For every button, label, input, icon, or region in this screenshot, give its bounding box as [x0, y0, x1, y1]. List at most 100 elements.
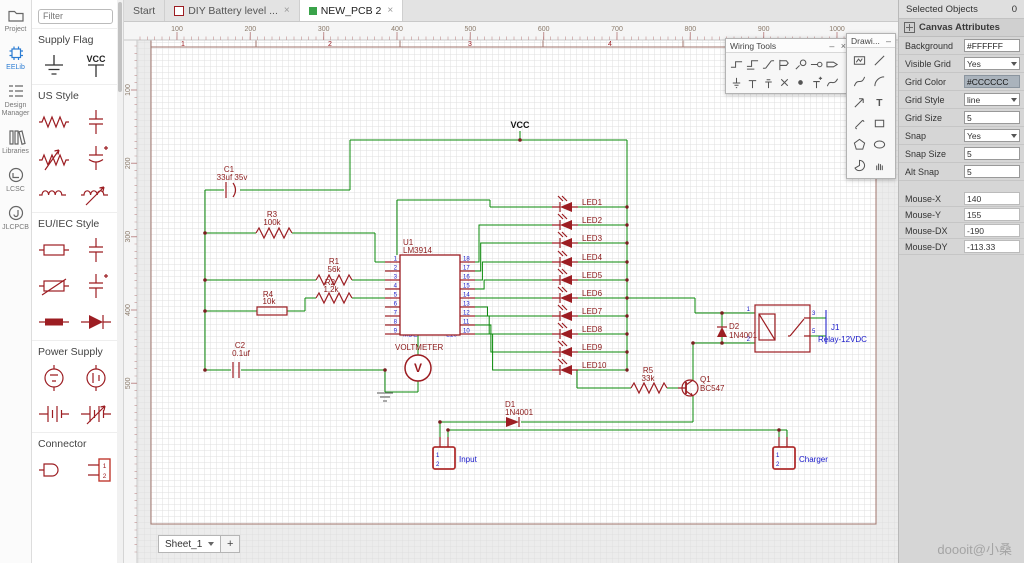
- drawing-tool-line[interactable]: [869, 50, 889, 71]
- nav-item-jlcpcb[interactable]: JLCPCB: [0, 203, 31, 232]
- wiring-tools-titlebar[interactable]: Wiring Tools – ×: [726, 39, 850, 53]
- sidebar-scrollbar[interactable]: [117, 0, 123, 563]
- attribute-label: Grid Size: [905, 112, 943, 123]
- tab-diy-battery-level-[interactable]: DIY Battery level ... ×: [165, 0, 300, 21]
- select-value: Yes: [967, 130, 981, 141]
- nav-item-project[interactable]: Project: [0, 5, 31, 34]
- library-symbol-eu-resistor-2[interactable]: [33, 268, 75, 304]
- wiring-tool-bus[interactable]: [744, 55, 760, 73]
- nav-item-lcsc[interactable]: LCSC: [0, 165, 31, 194]
- drawing-tool-pencil[interactable]: [849, 113, 869, 134]
- snap-size-input[interactable]: [964, 147, 1020, 160]
- minimize-icon[interactable]: –: [886, 36, 891, 46]
- wiring-tool-plus-flag[interactable]: [808, 73, 824, 91]
- drawing-tool-polygon[interactable]: [849, 134, 869, 155]
- library-symbol-dc-source[interactable]: [33, 360, 75, 396]
- selected-objects-count: 0: [1011, 3, 1017, 15]
- ic-pin-number: 10: [463, 329, 470, 335]
- add-sheet-button[interactable]: +: [221, 535, 241, 553]
- drawing-tool-ellipse[interactable]: [869, 134, 889, 155]
- wiring-tool-junction[interactable]: [792, 73, 808, 91]
- net-flag-vcc[interactable]: VCC: [510, 120, 530, 130]
- tab-close-icon[interactable]: ×: [284, 5, 290, 16]
- tab-new-pcb-2[interactable]: NEW_PCB 2 ×: [299, 0, 404, 21]
- chevron-down-icon[interactable]: [208, 542, 215, 546]
- grid-color-input[interactable]: #CCCCCC: [964, 75, 1020, 88]
- junction-dot: [720, 311, 724, 315]
- wiring-tool-net-port[interactable]: [824, 55, 840, 73]
- library-symbol-eu-capacitor[interactable]: [75, 232, 117, 268]
- wiring-tool-net-flag[interactable]: [760, 73, 776, 91]
- d2-value: 1N4001: [729, 331, 758, 340]
- library-symbol-ground-flag[interactable]: [33, 48, 75, 84]
- library-symbol-us-inductor[interactable]: [33, 176, 75, 212]
- library-symbol-us-photoresistor[interactable]: [33, 140, 75, 176]
- filter-input[interactable]: [38, 8, 113, 24]
- library-symbol-battery-2[interactable]: [75, 396, 117, 432]
- nav-item-libraries[interactable]: Libraries: [0, 127, 31, 156]
- ic-pin-number: 16: [463, 275, 470, 281]
- c1-value: 33uf 35v: [217, 173, 248, 182]
- wiring-tool-net-label[interactable]: [776, 55, 792, 73]
- schematic-doc-icon: [174, 5, 185, 16]
- ruler-number: 900: [758, 26, 770, 33]
- library-symbol-eu-thermistor[interactable]: [33, 304, 75, 340]
- wiring-tool-voltage-probe[interactable]: [792, 55, 808, 73]
- tab-label: DIY Battery level ...: [188, 4, 278, 17]
- vcc-symbol-text: VCC: [86, 54, 106, 64]
- grid-size-input[interactable]: [964, 111, 1020, 124]
- drawing-tool-arc[interactable]: [869, 71, 889, 92]
- snap-select[interactable]: Yes: [964, 129, 1020, 142]
- minimize-icon[interactable]: –: [829, 41, 834, 51]
- nav-item-design-manager[interactable]: Design Manager: [0, 81, 31, 118]
- tab-start[interactable]: Start: [124, 0, 166, 21]
- drawing-tool-image[interactable]: [849, 50, 869, 71]
- library-symbol-us-resistor[interactable]: [33, 104, 75, 140]
- attribute-label: Grid Style: [905, 94, 945, 105]
- wiring-tool-bus-entry[interactable]: [760, 55, 776, 73]
- library-symbol-eu-diode[interactable]: [75, 304, 117, 340]
- drawing-tool-rect[interactable]: [869, 113, 889, 134]
- library-symbol-us-variable-inductor[interactable]: [75, 176, 117, 212]
- junction-dot: [720, 341, 724, 345]
- library-symbol-eu-resistor[interactable]: [33, 232, 75, 268]
- drawing-tool-drag[interactable]: [869, 155, 889, 176]
- wiring-tool-vcc-flag[interactable]: [744, 73, 760, 91]
- wiring-tool-free-wire[interactable]: [824, 73, 840, 91]
- tab-close-icon[interactable]: ×: [387, 5, 393, 16]
- library-symbol-plug-connector[interactable]: [33, 452, 75, 488]
- wiring-tool-pin[interactable]: [808, 55, 824, 73]
- led-label: LED2: [582, 216, 603, 225]
- drawing-tool-pie[interactable]: [849, 155, 869, 176]
- attribute-rows: Background Visible Grid Yes Grid Color #CCCC…: [899, 37, 1024, 181]
- library-symbol-pin-header-2p[interactable]: 12: [75, 452, 117, 488]
- drawing-tool-bezier[interactable]: [849, 71, 869, 92]
- sheet-tab[interactable]: Sheet_1: [158, 535, 222, 553]
- drawing-tool-arrow[interactable]: [849, 92, 869, 113]
- wiring-tool-no-connect[interactable]: [776, 73, 792, 91]
- wiring-tool-wire[interactable]: [728, 55, 744, 73]
- drawing-tools-titlebar[interactable]: Drawi... –: [847, 34, 895, 48]
- library-symbol-battery[interactable]: [33, 396, 75, 432]
- library-symbol-eu-polar-capacitor[interactable]: [75, 268, 117, 304]
- library-symbol-us-polar-capacitor[interactable]: [75, 140, 117, 176]
- junction-dot: [518, 138, 522, 142]
- ruler-number: 500: [125, 377, 132, 389]
- library-symbol-vcc-flag[interactable]: VCC: [75, 48, 117, 84]
- nav-item-eelib[interactable]: EELib: [0, 43, 31, 72]
- attribute-label: Grid Color: [905, 76, 947, 87]
- input-port-label: Input: [459, 455, 478, 464]
- section-title: EU/IEC Style: [32, 212, 123, 232]
- ruler-number: 300: [318, 26, 330, 33]
- scrollbar-thumb[interactable]: [118, 2, 122, 92]
- visible-grid-select[interactable]: Yes: [964, 57, 1020, 70]
- library-symbol-us-capacitor[interactable]: [75, 104, 117, 140]
- grid-style-select[interactable]: line: [964, 93, 1020, 106]
- drawing-tool-text[interactable]: T: [869, 92, 889, 113]
- schematic-sheet[interactable]: 12345 1002003004005006007008009001000100…: [124, 22, 898, 563]
- library-symbol-dc-source-2[interactable]: [75, 360, 117, 396]
- schematic-canvas[interactable]: 12345 1002003004005006007008009001000100…: [124, 22, 898, 563]
- background-input[interactable]: [964, 39, 1020, 52]
- alt-snap-input[interactable]: [964, 165, 1020, 178]
- wiring-tool-ground-flag[interactable]: [728, 73, 744, 91]
